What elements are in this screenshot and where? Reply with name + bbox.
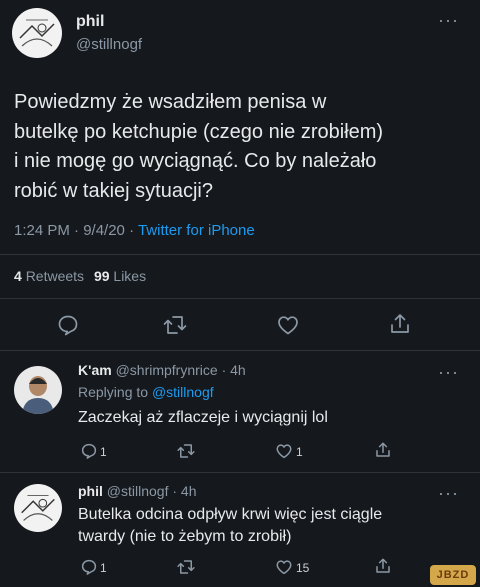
like-icon[interactable] — [276, 313, 300, 337]
like-icon[interactable] — [275, 558, 293, 576]
share-icon[interactable] — [374, 556, 392, 576]
retweets-count[interactable]: 4 — [14, 268, 22, 284]
likes-count[interactable]: 99 — [94, 268, 110, 284]
divider — [0, 350, 480, 351]
avatar-photo — [14, 366, 62, 414]
reply-header: K'am @shrimpfrynrice · 4h — [78, 362, 246, 378]
reply-text: Butelka odcina odpływ krwi więc jest cią… — [78, 504, 478, 548]
author-meta[interactable]: @shrimpfrynrice · 4h — [116, 362, 246, 378]
reply-count: 1 — [100, 561, 107, 575]
likes-label[interactable]: Likes — [113, 268, 146, 284]
more-options-icon[interactable]: ··· — [438, 11, 459, 29]
retweet-icon[interactable] — [176, 442, 196, 460]
more-options-icon[interactable]: ··· — [438, 363, 459, 381]
tweet-timestamp[interactable]: 1:24 PM · 9/4/20 · — [14, 222, 138, 239]
replying-to: Replying to @stillnogf — [78, 384, 214, 400]
tweet-text-line: i nie mogę go wyciągnąć. Co by należało — [14, 150, 377, 172]
author-handle[interactable]: @stillnogf — [76, 36, 142, 53]
avatar[interactable] — [14, 484, 62, 532]
reply-header: phil @stillnogf · 4h — [78, 483, 196, 499]
retweet-icon[interactable] — [176, 558, 196, 576]
watermark-text: JBZD — [436, 569, 470, 581]
retweet-icon[interactable] — [162, 313, 188, 337]
like-count: 1 — [296, 445, 303, 459]
watermark-logo: JBZD — [430, 565, 476, 585]
reply-icon[interactable] — [80, 558, 98, 576]
author-name[interactable]: K'am — [78, 362, 112, 378]
author-meta[interactable]: @stillnogf · 4h — [107, 483, 197, 499]
reply-text: Zaczekaj aż zflaczeje i wyciągnij lol — [78, 409, 328, 426]
replying-to-handle[interactable]: @stillnogf — [152, 384, 214, 400]
author-name[interactable]: phil — [78, 483, 103, 499]
like-icon[interactable] — [275, 442, 293, 460]
engagement-stats: 4 Retweets 99 Likes — [14, 268, 146, 284]
replying-to-label: Replying to — [78, 384, 152, 400]
tweet-source-link[interactable]: Twitter for iPhone — [138, 222, 255, 239]
tweet-text-line: butelkę po ketchupie (czego nie zrobiłem… — [14, 120, 384, 143]
tweet-text-line: Powiedzmy że wsadziłem penisa w — [14, 91, 327, 113]
reply-icon[interactable] — [80, 442, 98, 460]
reply-icon[interactable] — [56, 313, 80, 337]
like-count: 15 — [296, 561, 310, 575]
avatar-drawing — [12, 8, 62, 58]
reply-count: 1 — [100, 445, 107, 459]
tweet-meta: 1:24 PM · 9/4/20 · Twitter for iPhone — [14, 222, 255, 239]
share-icon[interactable] — [388, 311, 412, 337]
retweets-label[interactable]: Retweets — [26, 268, 84, 284]
divider — [0, 298, 480, 299]
reply-text-line: Butelka odcina odpływ krwi więc jest cią… — [78, 506, 383, 523]
more-options-icon[interactable]: ··· — [438, 484, 459, 502]
avatar[interactable] — [14, 366, 62, 414]
tweet-text-line: robić w takiej sytuacji? — [14, 179, 213, 202]
divider — [0, 472, 480, 473]
author-name[interactable]: phil — [76, 13, 104, 31]
share-icon[interactable] — [374, 440, 392, 460]
tweet-text: Powiedzmy że wsadziłem penisa w butelkę … — [14, 88, 474, 206]
avatar-drawing — [14, 484, 62, 532]
reply-text-line: twardy (nie to żebym to zrobił) — [78, 528, 292, 545]
divider — [0, 254, 480, 255]
avatar[interactable] — [12, 8, 62, 58]
